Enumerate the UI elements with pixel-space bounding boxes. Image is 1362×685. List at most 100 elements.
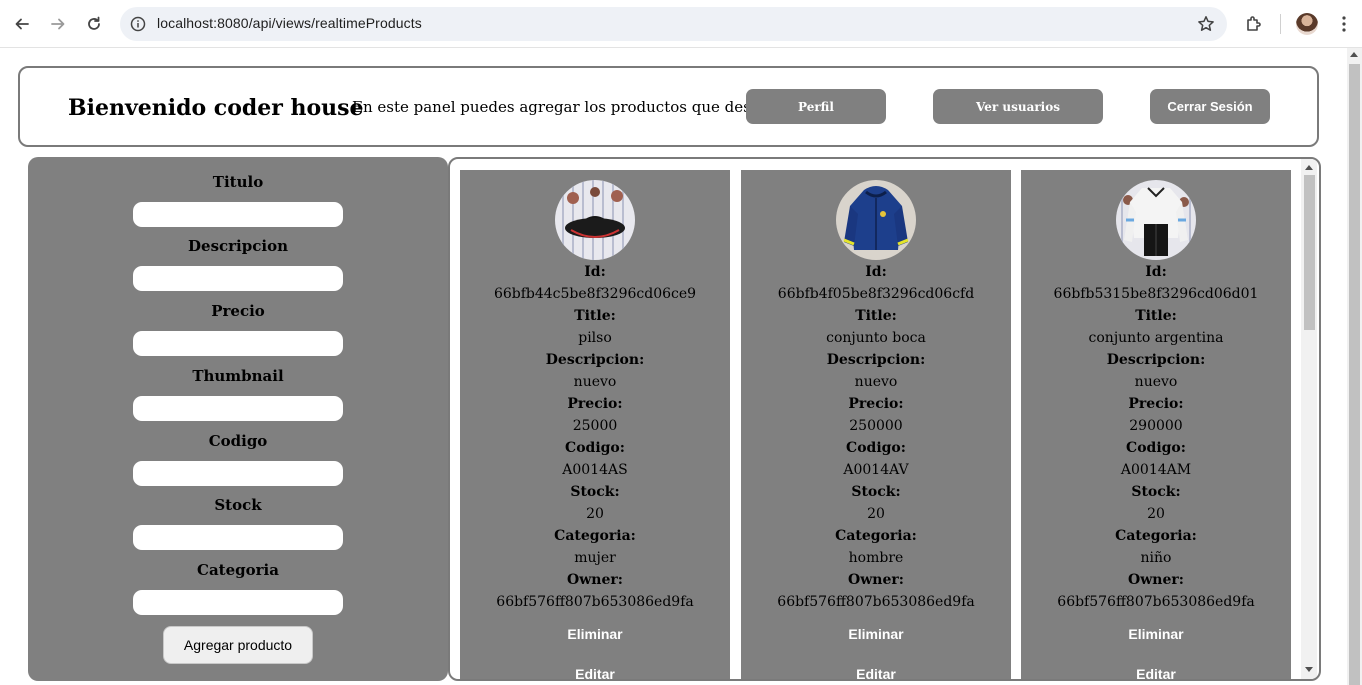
product-price: 25000 xyxy=(572,418,618,434)
product-stock: 20 xyxy=(1147,506,1165,522)
product-card: Id: 66bfb4f05be8f3296cd06cfd Title: conj… xyxy=(741,170,1011,679)
precio-input[interactable] xyxy=(133,331,343,356)
title-label: Title: xyxy=(574,308,616,324)
product-price: 250000 xyxy=(849,418,903,434)
profile-button[interactable]: Perfil xyxy=(746,89,886,124)
product-category: niño xyxy=(1140,550,1172,566)
panel-description: En este panel puedes agregar los product… xyxy=(352,98,782,116)
product-id: 66bfb44c5be8f3296cd06ce9 xyxy=(493,286,697,302)
product-card: Id: 66bfb44c5be8f3296cd06ce9 Title: pils… xyxy=(460,170,730,679)
add-product-button[interactable]: Agregar producto xyxy=(163,626,313,664)
product-id: 66bfb5315be8f3296cd06d01 xyxy=(1053,286,1259,302)
product-description: nuevo xyxy=(1134,374,1178,390)
bucket-hat-photo-icon xyxy=(555,180,635,260)
description-label: Descripcion: xyxy=(545,352,645,368)
scroll-up-icon[interactable] xyxy=(1305,165,1313,170)
title-label: Title: xyxy=(1135,308,1177,324)
delete-button[interactable]: Eliminar xyxy=(460,626,730,642)
add-product-form: Titulo Descripcion Precio Thumbnail Codi… xyxy=(28,157,448,681)
bookmark-star-icon[interactable] xyxy=(1197,15,1215,33)
blue-jacket-photo-icon xyxy=(836,180,916,260)
product-category: hombre xyxy=(848,550,904,566)
site-info-icon[interactable] xyxy=(128,14,148,34)
reload-icon[interactable] xyxy=(82,12,106,36)
product-title: conjunto boca xyxy=(826,330,926,346)
delete-button[interactable]: Eliminar xyxy=(1021,626,1291,642)
extensions-puzzle-icon[interactable] xyxy=(1242,12,1266,36)
browser-toolbar: localhost:8080/api/views/realtimeProduct… xyxy=(0,0,1362,48)
more-menu-icon[interactable] xyxy=(1332,12,1356,36)
stock-input[interactable] xyxy=(133,525,343,550)
product-title: pilso xyxy=(578,330,612,346)
page-scrollbar-thumb[interactable] xyxy=(1349,64,1360,685)
code-label: Codigo: xyxy=(846,440,906,456)
scroll-up-icon[interactable] xyxy=(1350,52,1358,57)
price-label: Precio: xyxy=(1128,396,1184,412)
product-card: Id: 66bfb5315be8f3296cd06d01 Title: conj… xyxy=(1021,170,1291,679)
product-code: A0014AV xyxy=(843,462,909,478)
product-code: A0014AS xyxy=(562,462,628,478)
description-label: Descripcion: xyxy=(1106,352,1206,368)
title-label: Title: xyxy=(855,308,897,324)
id-label: Id: xyxy=(584,264,606,280)
codigo-input[interactable] xyxy=(133,461,343,486)
welcome-title: Bienvenido coder house xyxy=(68,95,364,121)
field-label-stock: Stock xyxy=(214,496,262,514)
delete-button[interactable]: Eliminar xyxy=(741,626,1011,642)
logout-button[interactable]: Cerrar Sesión xyxy=(1150,89,1270,124)
page-scrollbar[interactable] xyxy=(1347,48,1362,685)
price-label: Precio: xyxy=(848,396,904,412)
product-price: 290000 xyxy=(1129,418,1183,434)
product-code: A0014AM xyxy=(1120,462,1192,478)
titulo-input[interactable] xyxy=(133,202,343,227)
code-label: Codigo: xyxy=(1126,440,1186,456)
stock-label: Stock: xyxy=(570,484,620,500)
product-stock: 20 xyxy=(867,506,885,522)
product-description: nuevo xyxy=(854,374,898,390)
code-label: Codigo: xyxy=(565,440,625,456)
product-stock: 20 xyxy=(586,506,604,522)
forward-arrow-icon[interactable] xyxy=(46,12,70,36)
product-description: nuevo xyxy=(573,374,617,390)
id-label: Id: xyxy=(865,264,887,280)
edit-button[interactable]: Editar xyxy=(460,666,730,679)
scroll-down-icon[interactable] xyxy=(1305,667,1313,672)
address-bar[interactable]: localhost:8080/api/views/realtimeProduct… xyxy=(120,7,1227,41)
products-scrollbar[interactable] xyxy=(1301,159,1317,679)
url-text[interactable]: localhost:8080/api/views/realtimeProduct… xyxy=(157,15,422,31)
tracksuit-photo-icon xyxy=(1116,180,1196,260)
product-id: 66bfb4f05be8f3296cd06cfd xyxy=(777,286,975,302)
view-users-button[interactable]: Ver usuarios xyxy=(933,89,1103,124)
id-label: Id: xyxy=(1145,264,1167,280)
price-label: Precio: xyxy=(567,396,623,412)
profile-avatar[interactable] xyxy=(1296,13,1318,35)
descripcion-input[interactable] xyxy=(133,266,343,291)
category-label: Categoria: xyxy=(835,528,917,544)
category-label: Categoria: xyxy=(554,528,636,544)
owner-label: Owner: xyxy=(567,572,623,588)
field-label-categoria: Categoria xyxy=(197,561,279,579)
product-owner: 66bf576ff807b653086ed9fa xyxy=(1057,594,1255,610)
edit-button[interactable]: Editar xyxy=(741,666,1011,679)
welcome-header: Bienvenido coder house En este panel pue… xyxy=(18,66,1319,147)
product-category: mujer xyxy=(574,550,616,566)
products-scrollbar-thumb[interactable] xyxy=(1304,175,1315,330)
product-title: conjunto argentina xyxy=(1088,330,1224,346)
product-owner: 66bf576ff807b653086ed9fa xyxy=(496,594,694,610)
description-label: Descripcion: xyxy=(826,352,926,368)
owner-label: Owner: xyxy=(848,572,904,588)
stock-label: Stock: xyxy=(1131,484,1181,500)
category-label: Categoria: xyxy=(1115,528,1197,544)
product-owner: 66bf576ff807b653086ed9fa xyxy=(777,594,975,610)
field-label-descripcion: Descripcion xyxy=(188,237,288,255)
categoria-input[interactable] xyxy=(133,590,343,615)
field-label-precio: Precio xyxy=(211,302,265,320)
products-list[interactable]: Id: 66bfb44c5be8f3296cd06ce9 Title: pils… xyxy=(448,157,1321,681)
field-label-codigo: Codigo xyxy=(208,432,268,450)
edit-button[interactable]: Editar xyxy=(1021,666,1291,679)
owner-label: Owner: xyxy=(1128,572,1184,588)
stock-label: Stock: xyxy=(851,484,901,500)
back-arrow-icon[interactable] xyxy=(10,12,34,36)
field-label-titulo: Titulo xyxy=(212,173,264,191)
thumbnail-input[interactable] xyxy=(133,396,343,421)
